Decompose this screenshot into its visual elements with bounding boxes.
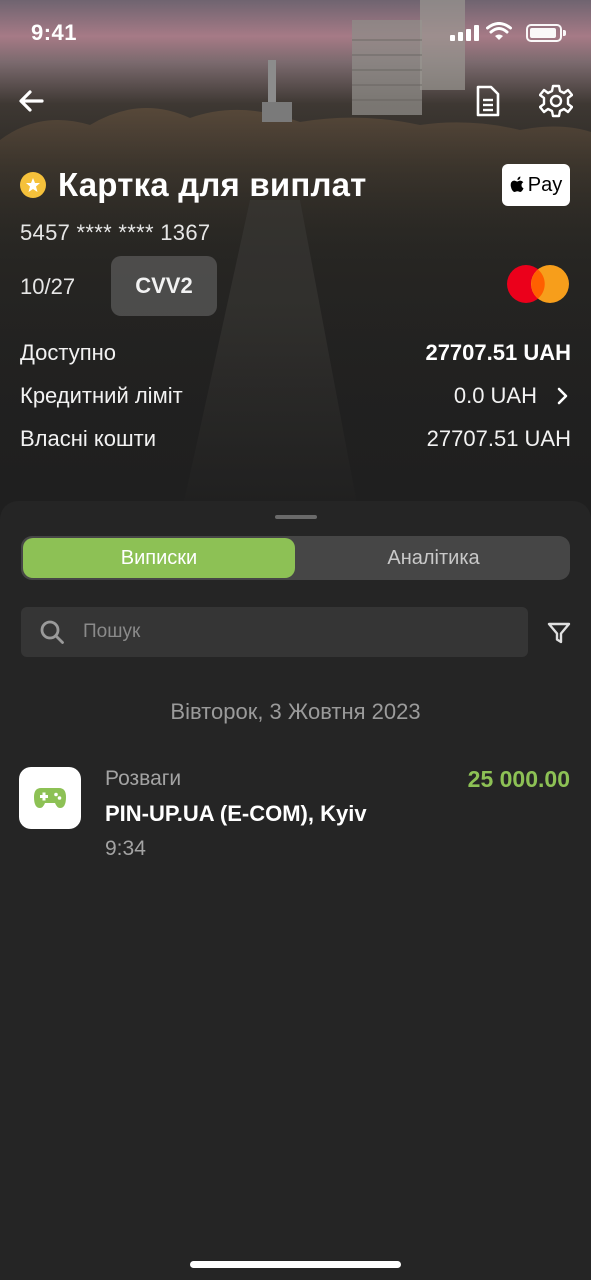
wifi-icon bbox=[486, 22, 512, 40]
battery-icon bbox=[526, 24, 566, 42]
credit-limit-row[interactable]: Кредитний ліміт 0.0 UAH bbox=[20, 383, 571, 409]
own-funds-label: Власні кошти bbox=[20, 426, 157, 451]
gear-icon[interactable] bbox=[539, 84, 573, 118]
card-title-row: Картка для виплат bbox=[20, 163, 367, 207]
tab-statements[interactable]: Виписки bbox=[23, 538, 295, 578]
card-expiry: 10/27 bbox=[20, 274, 76, 299]
statements-sheet: Виписки Аналітика Вівторок, 3 Жовтня 202… bbox=[0, 501, 591, 1280]
own-funds-value: 27707.51 UAH bbox=[426, 426, 571, 451]
search-bar bbox=[21, 607, 528, 657]
apple-pay-button[interactable]: Pay bbox=[502, 164, 570, 206]
transaction-time: 9:34 bbox=[105, 837, 146, 860]
tab-analytics[interactable]: Аналітика bbox=[297, 536, 570, 580]
mastercard-logo-icon bbox=[507, 265, 569, 303]
chevron-right-icon bbox=[557, 387, 568, 405]
status-time: 9:41 bbox=[31, 20, 78, 45]
credit-limit-value-wrap: 0.0 UAH bbox=[454, 383, 571, 409]
available-label: Доступно bbox=[20, 340, 117, 365]
transaction-amount: 25 000.00 bbox=[467, 766, 570, 792]
apple-logo-icon bbox=[510, 176, 524, 192]
transaction-row[interactable]: Розваги PIN-UP.UA (E-COM), Kyiv 9:34 25 … bbox=[0, 763, 591, 873]
transaction-category-icon bbox=[19, 767, 81, 829]
card-title: Картка для виплат bbox=[58, 166, 367, 203]
available-balance-row: Доступно 27707.51 UAH bbox=[20, 340, 571, 366]
own-funds-row: Власні кошти 27707.51 UAH bbox=[20, 426, 571, 452]
document-icon[interactable] bbox=[474, 85, 502, 117]
gamepad-icon bbox=[34, 788, 66, 808]
home-indicator[interactable] bbox=[190, 1261, 401, 1268]
sheet-grabber[interactable] bbox=[275, 515, 317, 519]
available-value: 27707.51 UAH bbox=[425, 340, 571, 365]
apple-pay-label: Pay bbox=[527, 173, 563, 196]
transaction-merchant: PIN-UP.UA (E-COM), Kyiv bbox=[105, 801, 367, 826]
search-icon bbox=[40, 620, 64, 644]
date-group-header: Вівторок, 3 Жовтня 2023 bbox=[170, 699, 421, 724]
card-header: 9:41 Картка для виплат Pay 5457 **** ***… bbox=[0, 0, 591, 520]
cellular-signal-icon bbox=[450, 25, 480, 41]
credit-limit-label: Кредитний ліміт bbox=[20, 383, 183, 408]
credit-limit-value: 0.0 UAH bbox=[453, 383, 537, 408]
transaction-category: Розваги bbox=[105, 767, 182, 790]
star-icon bbox=[20, 172, 46, 198]
search-input[interactable] bbox=[83, 621, 528, 643]
filter-icon[interactable] bbox=[546, 620, 572, 646]
cvv-button[interactable]: CVV2 bbox=[111, 256, 217, 316]
card-number: 5457 **** **** 1367 bbox=[20, 220, 211, 245]
tabs-segmented-control: Виписки Аналітика bbox=[21, 536, 570, 580]
status-bar: 9:41 bbox=[0, 0, 591, 62]
back-arrow-icon[interactable] bbox=[16, 86, 46, 116]
